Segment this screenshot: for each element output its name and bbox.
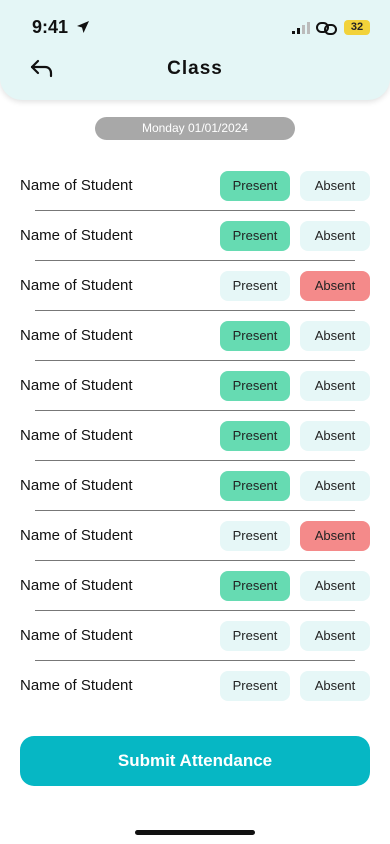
- student-name: Name of Student: [20, 627, 133, 644]
- student-row: Name of Student Present Absent: [0, 460, 390, 511]
- student-name: Name of Student: [20, 477, 133, 494]
- status-icons: 32: [292, 20, 370, 35]
- status-time-text: 9:41: [32, 17, 69, 37]
- student-name: Name of Student: [20, 527, 133, 544]
- signal-icon: [292, 21, 310, 34]
- absent-button[interactable]: Absent: [300, 671, 370, 701]
- absent-button[interactable]: Absent: [300, 521, 370, 551]
- absent-button[interactable]: Absent: [300, 271, 370, 301]
- header: 9:41 32 Class: [0, 0, 390, 100]
- present-button[interactable]: Present: [220, 471, 290, 501]
- absent-button[interactable]: Absent: [300, 621, 370, 651]
- student-name: Name of Student: [20, 177, 133, 194]
- student-name: Name of Student: [20, 677, 133, 694]
- battery-indicator: 32: [344, 20, 370, 35]
- absent-button[interactable]: Absent: [300, 171, 370, 201]
- absent-button[interactable]: Absent: [300, 471, 370, 501]
- student-row: Name of Student Present Absent: [0, 260, 390, 311]
- student-name: Name of Student: [20, 577, 133, 594]
- student-row: Name of Student Present Absent: [0, 610, 390, 661]
- present-button[interactable]: Present: [220, 371, 290, 401]
- present-button[interactable]: Present: [220, 171, 290, 201]
- present-button[interactable]: Present: [220, 271, 290, 301]
- absent-button[interactable]: Absent: [300, 321, 370, 351]
- present-button[interactable]: Present: [220, 621, 290, 651]
- location-arrow-icon: [77, 21, 90, 33]
- student-list: Name of Student Present Absent Name of Stud…: [0, 160, 390, 710]
- present-button[interactable]: Present: [220, 521, 290, 551]
- absent-button[interactable]: Absent: [300, 421, 370, 451]
- submit-attendance-button[interactable]: Submit Attendance: [20, 736, 370, 786]
- present-button[interactable]: Present: [220, 671, 290, 701]
- link-icon: [316, 21, 337, 35]
- present-button[interactable]: Present: [220, 321, 290, 351]
- home-indicator: [135, 830, 255, 835]
- student-row: Name of Student Present Absent: [0, 360, 390, 411]
- student-row: Name of Student Present Absent: [0, 210, 390, 261]
- student-row: Name of Student Present Absent: [0, 310, 390, 361]
- student-row: Name of Student Present Absent: [0, 160, 390, 211]
- student-row: Name of Student Present Absent: [0, 660, 390, 710]
- student-row: Name of Student Present Absent: [0, 560, 390, 611]
- status-time: 9:41: [32, 17, 90, 38]
- student-name: Name of Student: [20, 327, 133, 344]
- page-title: Class: [167, 58, 223, 79]
- date-pill: Monday 01/01/2024: [95, 117, 295, 140]
- student-name: Name of Student: [20, 227, 133, 244]
- student-row: Name of Student Present Absent: [0, 510, 390, 561]
- absent-button[interactable]: Absent: [300, 371, 370, 401]
- present-button[interactable]: Present: [220, 421, 290, 451]
- absent-button[interactable]: Absent: [300, 221, 370, 251]
- student-name: Name of Student: [20, 277, 133, 294]
- absent-button[interactable]: Absent: [300, 571, 370, 601]
- student-name: Name of Student: [20, 377, 133, 394]
- present-button[interactable]: Present: [220, 221, 290, 251]
- student-name: Name of Student: [20, 427, 133, 444]
- student-row: Name of Student Present Absent: [0, 410, 390, 461]
- present-button[interactable]: Present: [220, 571, 290, 601]
